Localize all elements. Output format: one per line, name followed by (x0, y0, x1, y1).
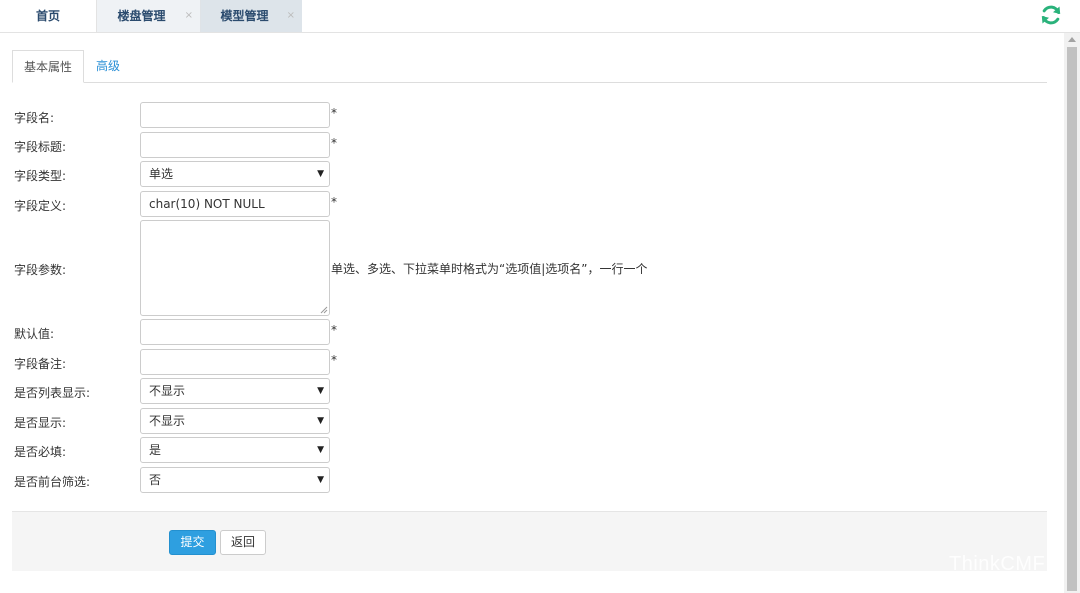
display-value: 不显示 (149, 414, 186, 428)
list-display-select[interactable]: 不显示 ▼ (140, 378, 330, 404)
vertical-scrollbar[interactable] (1064, 33, 1080, 593)
dropdown-arrow-icon: ▼ (317, 416, 324, 426)
watermark: ThinkCMF (949, 553, 1046, 575)
dropdown-arrow-icon: ▼ (317, 445, 324, 455)
tab-home-label: 首页 (35, 9, 60, 23)
front-filter-select[interactable]: 否 ▼ (140, 467, 330, 493)
tab-advanced[interactable]: 高级 (96, 50, 120, 83)
required-mark: * (331, 106, 337, 120)
required-value: 是 (149, 443, 162, 457)
field-params-label: 字段参数: (14, 263, 67, 277)
field-note-input[interactable] (140, 349, 330, 375)
field-name-input[interactable] (140, 102, 330, 128)
field-definition-label: 字段定义: (14, 199, 67, 213)
field-title-label: 字段标题: (14, 140, 67, 154)
dropdown-arrow-icon: ▼ (317, 386, 324, 396)
required-mark: * (331, 195, 337, 209)
display-select[interactable]: 不显示 ▼ (140, 408, 330, 434)
front-filter-value: 否 (149, 473, 162, 487)
form-tabs: 基本属性 高级 (12, 50, 1047, 83)
submit-button[interactable]: 提交 (169, 530, 216, 555)
required-mark: * (331, 136, 337, 150)
tab-property-management-label: 楼盘管理 (117, 9, 166, 23)
tab-home[interactable]: 首页 (0, 0, 97, 32)
list-display-value: 不显示 (149, 384, 186, 398)
scrollbar-thumb[interactable] (1067, 47, 1077, 591)
back-button[interactable]: 返回 (220, 530, 266, 555)
required-mark: * (331, 353, 337, 367)
resize-grip-icon[interactable] (320, 306, 328, 314)
tab-close-icon[interactable]: × (287, 0, 295, 32)
tab-property-management[interactable]: 楼盘管理 × (97, 0, 201, 32)
required-mark: * (331, 323, 337, 337)
field-type-value: 单选 (149, 167, 174, 181)
default-value-label: 默认值: (14, 327, 55, 341)
tab-basic-properties[interactable]: 基本属性 (12, 50, 84, 83)
field-title-input[interactable] (140, 132, 330, 158)
field-params-hint: 单选、多选、下拉菜单时格式为“选项值|选项名”，一行一个 (331, 262, 648, 276)
required-label: 是否必填: (14, 445, 67, 459)
field-name-label: 字段名: (14, 111, 55, 125)
field-type-select[interactable]: 单选 ▼ (140, 161, 330, 187)
refresh-icon[interactable] (1039, 3, 1063, 27)
tab-model-management[interactable]: 模型管理 × (201, 0, 302, 32)
front-filter-label: 是否前台筛选: (14, 475, 91, 489)
field-definition-input[interactable]: char(10) NOT NULL (140, 191, 330, 217)
dropdown-arrow-icon: ▼ (317, 475, 324, 485)
display-label: 是否显示: (14, 416, 67, 430)
form-actions: 提交 返回 (12, 511, 1047, 571)
required-select[interactable]: 是 ▼ (140, 437, 330, 463)
field-type-label: 字段类型: (14, 169, 67, 183)
top-tab-bar: 首页 楼盘管理 × 模型管理 × (0, 0, 1080, 33)
default-value-input[interactable] (140, 319, 330, 345)
tab-close-icon[interactable]: × (185, 0, 193, 32)
dropdown-arrow-icon: ▼ (317, 169, 324, 179)
field-note-label: 字段备注: (14, 357, 67, 371)
scroll-up-arrow-icon[interactable] (1064, 33, 1080, 47)
field-params-textarea[interactable] (140, 220, 330, 316)
list-display-label: 是否列表显示: (14, 386, 91, 400)
tab-model-management-label: 模型管理 (220, 9, 269, 23)
